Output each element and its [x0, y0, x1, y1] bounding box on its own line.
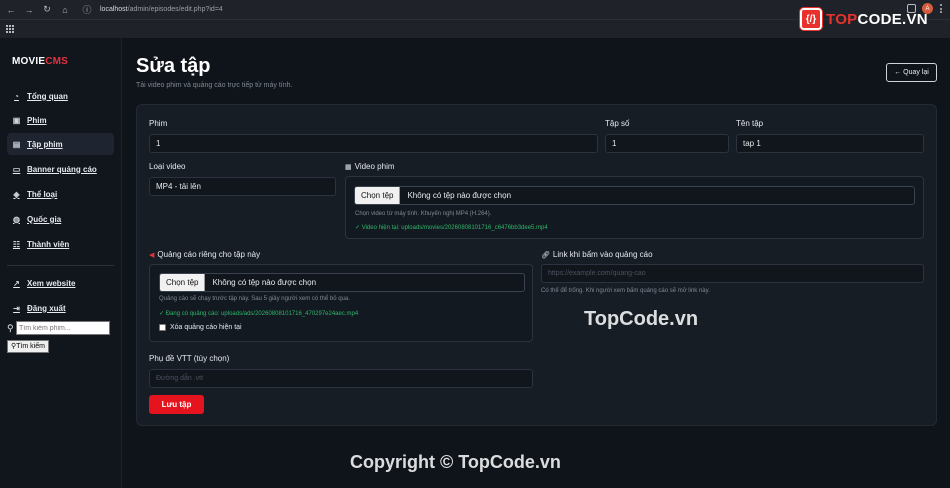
search-button-label: Tìm kiếm [16, 342, 45, 350]
page-title: Sửa tập [136, 55, 211, 77]
episode-name-input[interactable]: tap 1 [736, 134, 924, 153]
globe-icon: ◍ [13, 214, 20, 224]
remove-ad-label: Xóa quảng cáo hiện tại [170, 324, 242, 331]
video-type-label: Loại video [149, 162, 186, 171]
sidebar: MOVIECMS ◔ Tổng quan ▣ Phim ▤ Tập phim ▭ Ban… [0, 38, 122, 488]
ad-choose-file-button[interactable]: Chọn tệp [160, 274, 206, 291]
sidebar-item-countries[interactable]: ◍ Quốc gia [7, 208, 114, 230]
forward-arrow-icon[interactable]: → [22, 3, 36, 17]
site-info-icon[interactable]: ⓘ [80, 3, 94, 17]
video-file-label: ▦ Video phim [345, 162, 395, 171]
video-file-label-text: Video phim [354, 162, 395, 171]
film-strip-icon: ▦ [345, 164, 352, 171]
ad-file-status: Không có tệp nào được chọn [212, 278, 317, 287]
film-icon: ▣ [12, 115, 21, 125]
clapper-icon: ▤ [12, 139, 21, 149]
checkbox-box[interactable] [159, 324, 166, 331]
brand-text-cms: CMS [45, 56, 69, 67]
episode-number-input[interactable]: 1 [605, 134, 729, 153]
ad-link-hint: Có thể để trống. Khi người xem bấm quảng… [541, 288, 710, 294]
movie-select[interactable]: 1 [149, 134, 598, 153]
back-button[interactable]: ← Quay lại [886, 63, 937, 82]
tag-icon: ◈ [13, 189, 20, 199]
sidebar-item-label: Phim [27, 115, 47, 125]
sidebar-link-label: Xem website [27, 278, 76, 288]
sidebar-link-label: Đăng xuất [27, 303, 66, 313]
back-arrow-icon[interactable]: ← [4, 3, 18, 17]
topcode-badge-icon: {/} [800, 8, 822, 30]
sidebar-item-banners[interactable]: ▭ Banner quảng cáo [7, 158, 114, 180]
brand-text-movie: MOVIE [12, 56, 46, 67]
remove-ad-checkbox[interactable]: Xóa quảng cáo hiện tại [159, 324, 242, 331]
movie-label: Phim [149, 119, 168, 128]
profile-avatar[interactable]: A [922, 3, 933, 14]
browser-chrome: ← → ↻ ⌂ ⓘ localhost/admin/episodes/edit.… [0, 0, 950, 38]
sidebar-link-view-website[interactable]: ↗ Xem website [7, 272, 114, 294]
ad-link-label-text: Link khi bấm vào quảng cáo [552, 250, 653, 259]
ad-icon: ▭ [12, 164, 21, 174]
megaphone-icon: ◀ [149, 252, 155, 259]
sidebar-item-label: Thể loại [27, 189, 58, 199]
ad-upload-box: Chọn tệp Không có tệp nào được chọn Quản… [149, 264, 533, 342]
sidebar-item-overview[interactable]: ◔ Tổng quan [7, 85, 114, 107]
kebab-menu-icon[interactable] [939, 4, 942, 13]
ad-file-label: ◀ Quảng cáo riêng cho tập này [149, 250, 260, 259]
episode-name-label: Tên tập [736, 119, 764, 128]
video-choose-file-button[interactable]: Chọn tệp [355, 187, 401, 204]
save-button[interactable]: Lưu tập [149, 395, 204, 414]
brand-logo[interactable]: MOVIECMS [12, 56, 68, 67]
sidebar-item-users[interactable]: ☷ Thành viên [7, 233, 114, 255]
gauge-icon: ◔ [14, 91, 19, 101]
video-type-select[interactable]: MP4 - tải lên [149, 177, 336, 196]
video-upload-box: Chọn tệp Không có tệp nào được chọn Chọn… [345, 176, 924, 239]
extensions-icon[interactable] [907, 4, 916, 13]
search-button[interactable]: ⚲ Tìm kiếm [7, 339, 49, 353]
episode-number-label: Tập số [605, 119, 630, 128]
users-icon: ☷ [12, 239, 21, 249]
ad-link-label: 🔗︎ Link khi bấm vào quảng cáo [541, 250, 653, 259]
sidebar-item-label: Banner quảng cáo [27, 164, 97, 174]
ad-current-file: ✓ Đang có quảng cáo: uploads/ads/2026080… [159, 311, 359, 317]
episode-form: Phim 1 Tập số 1 Tên tập tap 1 Loại video… [136, 104, 937, 426]
video-file-hint: Chọn video từ máy tính. Khuyến nghị MP4 … [355, 211, 492, 217]
address-bar[interactable]: localhost/admin/episodes/edit.php?id=4 [100, 6, 223, 13]
sidebar-item-label: Thành viên [27, 239, 70, 249]
video-file-status: Không có tệp nào được chọn [407, 191, 512, 200]
logout-icon: ⇥ [13, 303, 20, 313]
main-content: Sửa tập Tải video phim và quảng cáo trực… [122, 38, 950, 488]
subtitle-vtt-input[interactable]: Đường dẫn .vtt [149, 369, 533, 388]
video-file-input[interactable]: Chọn tệp Không có tệp nào được chọn [354, 186, 915, 205]
sidebar-link-logout[interactable]: ⇥ Đăng xuất [7, 297, 114, 319]
ad-link-input[interactable]: https://example.com/quang-cao [541, 264, 924, 283]
home-icon[interactable]: ⌂ [58, 3, 72, 17]
page-subtitle: Tải video phim và quảng cáo trực tiếp từ… [136, 82, 293, 89]
sidebar-item-label: Tổng quan [27, 91, 68, 101]
url-path: /admin/episodes/edit.php?id=4 [127, 6, 223, 13]
sidebar-item-episodes[interactable]: ▤ Tập phim [7, 133, 114, 155]
search-form: ⚲ ⚲Tìm kiếm [7, 321, 117, 353]
subtitle-vtt-label: Phụ đề VTT (tùy chọn) [149, 354, 230, 363]
sidebar-divider [7, 265, 114, 266]
apps-grid-icon[interactable] [6, 25, 14, 33]
watermark-center: TopCode.vn [584, 308, 699, 330]
ad-file-label-text: Quảng cáo riêng cho tập này [157, 250, 261, 259]
watermark-copyright: Copyright © TopCode.vn [350, 452, 561, 472]
browser-actions: A [907, 3, 942, 14]
sidebar-item-movies[interactable]: ▣ Phim [7, 109, 114, 131]
sidebar-item-genres[interactable]: ◈ Thể loại [7, 183, 114, 205]
ad-file-hint: Quảng cáo sẽ chạy trước tập này. Sau 5 g… [159, 296, 350, 302]
video-current-file: ✓ Video hiện tại: uploads/movies/2026080… [355, 225, 548, 231]
reload-icon[interactable]: ↻ [40, 3, 54, 17]
link-icon: 🔗︎ [541, 252, 550, 259]
sidebar-item-label: Tập phim [27, 139, 63, 149]
url-host: localhost [100, 6, 128, 13]
search-input[interactable] [16, 321, 110, 335]
logo-text-top: TOP [826, 10, 858, 28]
external-link-icon: ↗ [13, 278, 20, 288]
ad-file-input[interactable]: Chọn tệp Không có tệp nào được chọn [159, 273, 525, 292]
search-icon: ⚲ [7, 322, 14, 333]
sidebar-item-label: Quốc gia [27, 214, 62, 224]
